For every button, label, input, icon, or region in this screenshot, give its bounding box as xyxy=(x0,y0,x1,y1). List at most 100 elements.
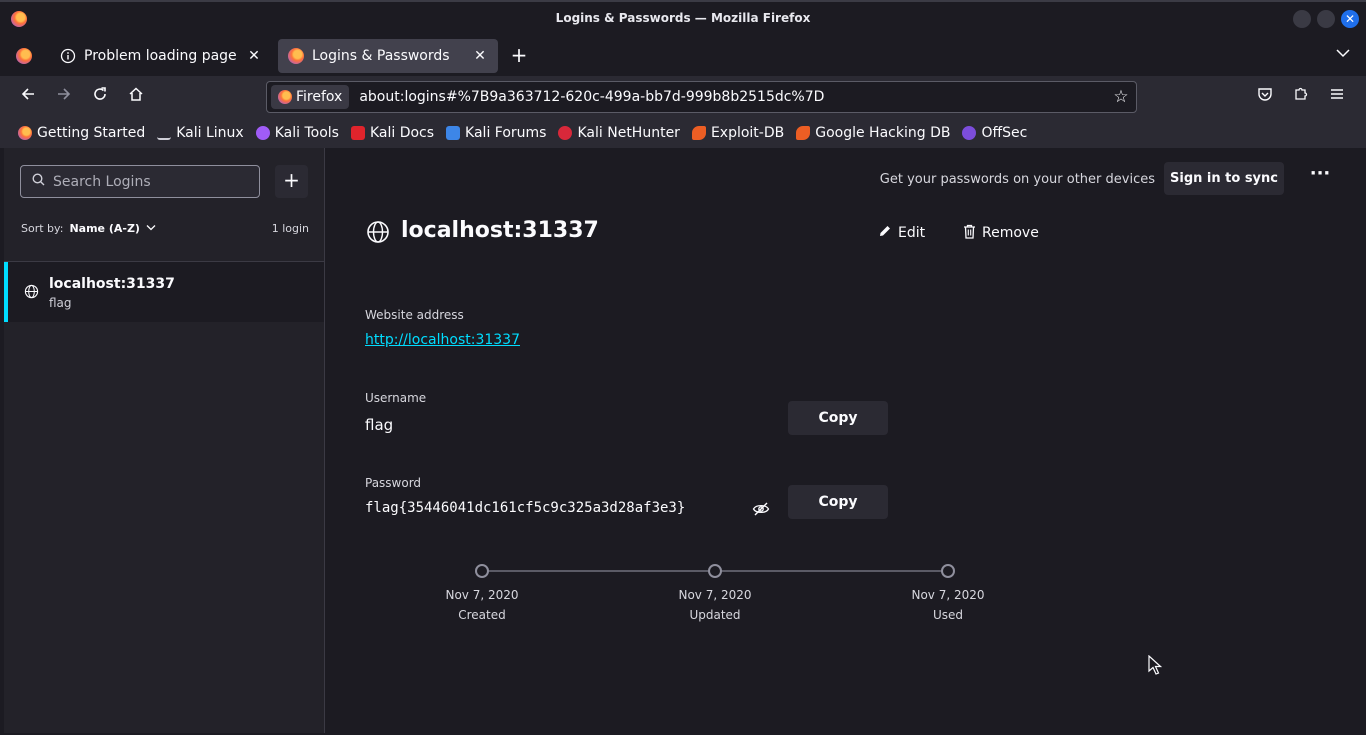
hide-password-eye-icon[interactable] xyxy=(752,501,770,517)
firefox-icon xyxy=(278,90,292,104)
pocket-icon[interactable] xyxy=(1253,85,1277,109)
home-icon[interactable] xyxy=(124,85,148,109)
remove-button[interactable]: Remove xyxy=(963,221,1039,245)
search-logins-field[interactable] xyxy=(20,165,260,198)
username-label: Username xyxy=(365,391,427,405)
updated-date: Nov 7, 2020 xyxy=(678,588,752,602)
trash-icon xyxy=(963,224,976,243)
kali-docs-icon xyxy=(350,126,365,140)
navigation-toolbar: Firefox about:logins#%7B9a363712-620c-49… xyxy=(0,76,1366,118)
login-title: localhost:31337 xyxy=(401,218,599,243)
about-logins-page: + Sort by: Name (A-Z) 1 login localhost:… xyxy=(4,148,1362,733)
timeline-dot xyxy=(708,564,722,578)
bookmark-label: Google Hacking DB xyxy=(815,125,951,141)
chevron-down-icon[interactable] xyxy=(146,223,156,234)
bookmark-exploit-db[interactable]: Exploit-DB xyxy=(691,125,784,141)
firefox-icon xyxy=(288,48,304,64)
sort-row: Sort by: Name (A-Z) 1 login xyxy=(21,222,309,235)
firefox-view-button[interactable] xyxy=(6,39,42,73)
bookmark-kali-forums[interactable]: Kali Forums xyxy=(446,125,546,141)
back-arrow-icon[interactable] xyxy=(16,85,40,109)
edit-button[interactable]: Edit xyxy=(878,221,925,245)
url-text[interactable]: about:logins#%7B9a363712-620c-499a-bb7d-… xyxy=(359,89,1106,105)
bookmark-label: Kali Tools xyxy=(274,125,339,141)
login-timeline: Nov 7, 2020 Created Nov 7, 2020 Updated … xyxy=(325,558,1362,628)
bookmark-kali-nethunter[interactable]: Kali NetHunter xyxy=(558,125,680,141)
updated-caption: Updated xyxy=(689,608,741,622)
minimize-button[interactable] xyxy=(1293,10,1311,28)
remove-label: Remove xyxy=(982,225,1039,241)
window-title: Logins & Passwords — Mozilla Firefox xyxy=(555,11,811,25)
bookmark-label: Kali NetHunter xyxy=(577,125,680,141)
website-address-link[interactable]: http://localhost:31337 xyxy=(365,332,520,348)
new-tab-button[interactable]: + xyxy=(508,45,530,67)
mouse-pointer-icon xyxy=(1148,655,1162,675)
list-item[interactable]: localhost:31337 flag xyxy=(4,262,324,322)
offsec-icon xyxy=(962,126,977,140)
used-caption: Used xyxy=(932,608,964,622)
close-tab-icon[interactable]: ✕ xyxy=(246,48,262,64)
close-tab-icon[interactable]: ✕ xyxy=(472,48,488,64)
sign-in-to-sync-button[interactable]: Sign in to sync xyxy=(1164,162,1284,195)
identity-label: Firefox xyxy=(296,89,343,105)
reload-icon[interactable] xyxy=(88,85,112,109)
maximize-button[interactable] xyxy=(1317,10,1335,28)
globe-icon xyxy=(367,221,389,243)
google-hacking-db-icon xyxy=(796,126,811,140)
bookmark-offsec[interactable]: OffSec xyxy=(962,125,1027,141)
create-login-button[interactable]: + xyxy=(275,165,308,198)
kali-tools-icon xyxy=(255,126,270,140)
tab-strip: Problem loading page ✕ Logins & Password… xyxy=(0,35,1366,76)
bookmarks-toolbar: Getting Started Kali Linux Kali Tools Ka… xyxy=(0,118,1366,148)
copy-password-button[interactable]: Copy xyxy=(788,485,888,519)
sync-message: Get your passwords on your other devices xyxy=(879,172,1155,187)
copy-username-button[interactable]: Copy xyxy=(788,401,888,435)
bookmark-label: Kali Forums xyxy=(465,125,547,141)
more-options-icon[interactable]: ··· xyxy=(1306,165,1334,190)
bookmark-label: Getting Started xyxy=(37,125,146,141)
bookmark-getting-started[interactable]: Getting Started xyxy=(18,125,145,141)
login-count: 1 login xyxy=(271,222,309,235)
exploit-db-icon xyxy=(691,126,706,140)
bookmark-kali-linux[interactable]: Kali Linux xyxy=(157,125,244,141)
pencil-icon xyxy=(878,224,892,242)
timeline-dot xyxy=(941,564,955,578)
list-all-tabs-chevron-icon[interactable] xyxy=(1336,47,1350,61)
bookmark-kali-docs[interactable]: Kali Docs xyxy=(350,125,435,141)
created-caption: Created xyxy=(458,608,506,622)
bookmark-label: OffSec xyxy=(981,125,1028,141)
list-item-username: flag xyxy=(49,296,72,310)
logins-list-sidebar: + Sort by: Name (A-Z) 1 login localhost:… xyxy=(4,148,325,733)
tab-problem-loading[interactable]: Problem loading page ✕ xyxy=(50,39,272,73)
timeline-dot xyxy=(475,564,489,578)
password-label: Password xyxy=(365,476,422,490)
username-value[interactable]: flag xyxy=(365,416,393,434)
globe-icon xyxy=(24,284,39,299)
firefox-icon xyxy=(18,126,32,140)
kali-dragon-icon xyxy=(157,126,172,140)
url-bar[interactable]: Firefox about:logins#%7B9a363712-620c-49… xyxy=(266,81,1137,113)
sort-select[interactable]: Name (A-Z) xyxy=(69,222,140,235)
login-detail: Get your passwords on your other devices… xyxy=(325,148,1362,733)
password-value[interactable]: flag{35446041dc161cf5c9c325a3d28af3e3} xyxy=(365,500,685,516)
edit-label: Edit xyxy=(898,225,926,241)
identity-box[interactable]: Firefox xyxy=(271,85,350,109)
app-menu-hamburger-icon[interactable] xyxy=(1325,85,1349,109)
used-date: Nov 7, 2020 xyxy=(911,588,985,602)
tab-label: Problem loading page xyxy=(84,48,237,64)
website-address-label: Website address xyxy=(365,308,464,322)
bookmark-star-icon[interactable]: ☆ xyxy=(1106,87,1136,107)
forward-arrow-icon[interactable] xyxy=(52,85,76,109)
sort-label: Sort by: xyxy=(21,222,64,235)
extensions-puzzle-icon[interactable] xyxy=(1289,85,1313,109)
tab-logins-passwords[interactable]: Logins & Passwords ✕ xyxy=(278,39,498,73)
bookmark-kali-tools[interactable]: Kali Tools xyxy=(255,125,339,141)
bookmark-label: Kali Docs xyxy=(369,125,435,141)
search-logins-input[interactable] xyxy=(53,173,243,190)
kali-nethunter-icon xyxy=(558,126,573,140)
close-window-button[interactable]: ✕ xyxy=(1341,10,1359,28)
tab-label: Logins & Passwords xyxy=(312,48,450,64)
info-icon xyxy=(60,48,76,64)
bookmark-google-hacking-db[interactable]: Google Hacking DB xyxy=(796,125,950,141)
bookmark-label: Kali Linux xyxy=(176,125,244,141)
